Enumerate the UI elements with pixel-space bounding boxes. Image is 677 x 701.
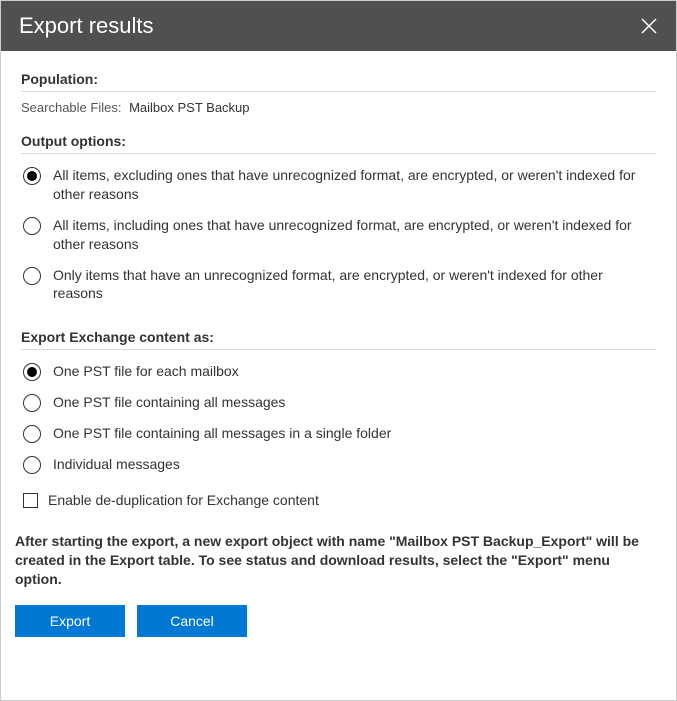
radio-icon	[23, 167, 41, 185]
dialog-header: Export results	[1, 1, 676, 51]
checkbox-icon	[23, 493, 38, 508]
radio-icon	[23, 425, 41, 443]
output-option-all-including[interactable]: All items, including ones that have unre…	[23, 216, 656, 254]
dialog-content: Population: Searchable Files: Mailbox PS…	[1, 51, 676, 508]
cancel-button[interactable]: Cancel	[137, 605, 247, 637]
output-options-group: All items, excluding ones that have unre…	[21, 166, 656, 303]
radio-icon	[23, 394, 41, 412]
export-pst-per-mailbox[interactable]: One PST file for each mailbox	[23, 362, 656, 381]
radio-label: One PST file for each mailbox	[53, 362, 239, 381]
searchable-files-value: Mailbox PST Backup	[129, 100, 249, 115]
radio-icon	[23, 363, 41, 381]
export-content-group: One PST file for each mailbox One PST fi…	[21, 362, 656, 474]
dedup-label: Enable de-duplication for Exchange conte…	[48, 492, 319, 508]
radio-label: One PST file containing all messages in …	[53, 424, 391, 443]
export-content-heading: Export Exchange content as:	[21, 329, 656, 350]
output-option-only-unrecognized[interactable]: Only items that have an unrecognized for…	[23, 266, 656, 304]
export-info-text: After starting the export, a new export …	[1, 518, 676, 589]
output-option-all-excluding[interactable]: All items, excluding ones that have unre…	[23, 166, 656, 204]
button-row: Export Cancel	[1, 589, 676, 655]
radio-label: Individual messages	[53, 455, 180, 474]
dialog-title: Export results	[19, 13, 154, 39]
export-individual-messages[interactable]: Individual messages	[23, 455, 656, 474]
export-pst-all-messages[interactable]: One PST file containing all messages	[23, 393, 656, 412]
output-options-heading: Output options:	[21, 133, 656, 154]
radio-label: All items, excluding ones that have unre…	[53, 166, 656, 204]
radio-icon	[23, 217, 41, 235]
dedup-checkbox-row[interactable]: Enable de-duplication for Exchange conte…	[23, 492, 656, 508]
export-pst-single-folder[interactable]: One PST file containing all messages in …	[23, 424, 656, 443]
radio-label: Only items that have an unrecognized for…	[53, 266, 656, 304]
population-heading: Population:	[21, 71, 656, 92]
radio-label: All items, including ones that have unre…	[53, 216, 656, 254]
close-icon[interactable]	[640, 17, 658, 35]
searchable-files-label: Searchable Files:	[21, 100, 121, 115]
radio-icon	[23, 456, 41, 474]
radio-icon	[23, 267, 41, 285]
export-button[interactable]: Export	[15, 605, 125, 637]
searchable-files-row: Searchable Files: Mailbox PST Backup	[21, 100, 656, 115]
radio-label: One PST file containing all messages	[53, 393, 285, 412]
